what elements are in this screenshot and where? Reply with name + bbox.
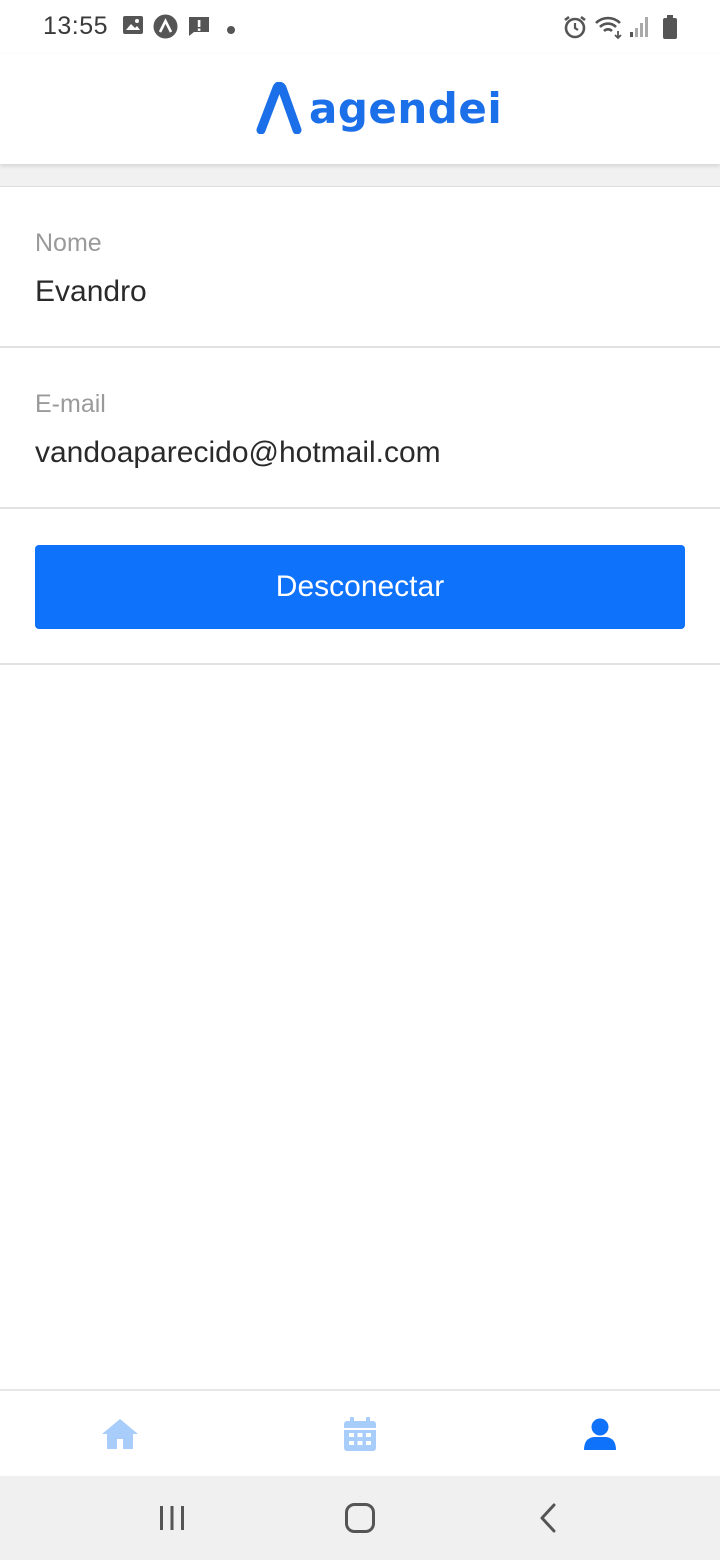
- logo-mark-icon: [256, 82, 302, 134]
- section-spacer: [0, 164, 720, 187]
- alert-message-icon: [187, 14, 211, 43]
- app-logo: agendei: [255, 80, 502, 136]
- home-icon: [102, 1418, 138, 1449]
- battery-icon: [662, 14, 678, 45]
- tab-profile[interactable]: [480, 1391, 720, 1476]
- tab-home[interactable]: [0, 1391, 240, 1476]
- email-label: E-mail: [35, 390, 106, 418]
- android-a-icon: [153, 14, 178, 44]
- status-time: 13:55: [43, 12, 109, 40]
- alarm-icon: [562, 14, 588, 45]
- logout-row: Desconectar: [0, 509, 720, 665]
- logout-button[interactable]: Desconectar: [35, 545, 685, 629]
- user-icon: [584, 1418, 616, 1450]
- image-icon: [122, 14, 144, 41]
- tab-calendar[interactable]: [240, 1391, 480, 1476]
- name-label: Nome: [35, 229, 102, 257]
- name-value: Evandro: [35, 275, 147, 308]
- email-field-row: E-mail vandoaparecido@hotmail.com: [0, 348, 720, 509]
- recents-icon: [160, 1506, 184, 1530]
- calendar-icon: [344, 1416, 376, 1451]
- app-header: agendei: [0, 54, 720, 164]
- status-bar: 13:55: [0, 0, 720, 54]
- signal-icon: [629, 14, 651, 43]
- system-nav-bar: [0, 1476, 720, 1560]
- logo-text: agendei: [309, 83, 503, 133]
- system-home-button[interactable]: [300, 1476, 420, 1560]
- dot-icon: [226, 22, 236, 40]
- home-button-icon: [345, 1503, 375, 1533]
- email-value: vandoaparecido@hotmail.com: [35, 436, 441, 469]
- recents-button[interactable]: [112, 1476, 232, 1560]
- bottom-tab-bar: [0, 1389, 720, 1476]
- wifi-icon: [594, 14, 624, 45]
- back-button[interactable]: [488, 1476, 608, 1560]
- name-field-row: Nome Evandro: [0, 187, 720, 348]
- back-icon: [540, 1503, 556, 1533]
